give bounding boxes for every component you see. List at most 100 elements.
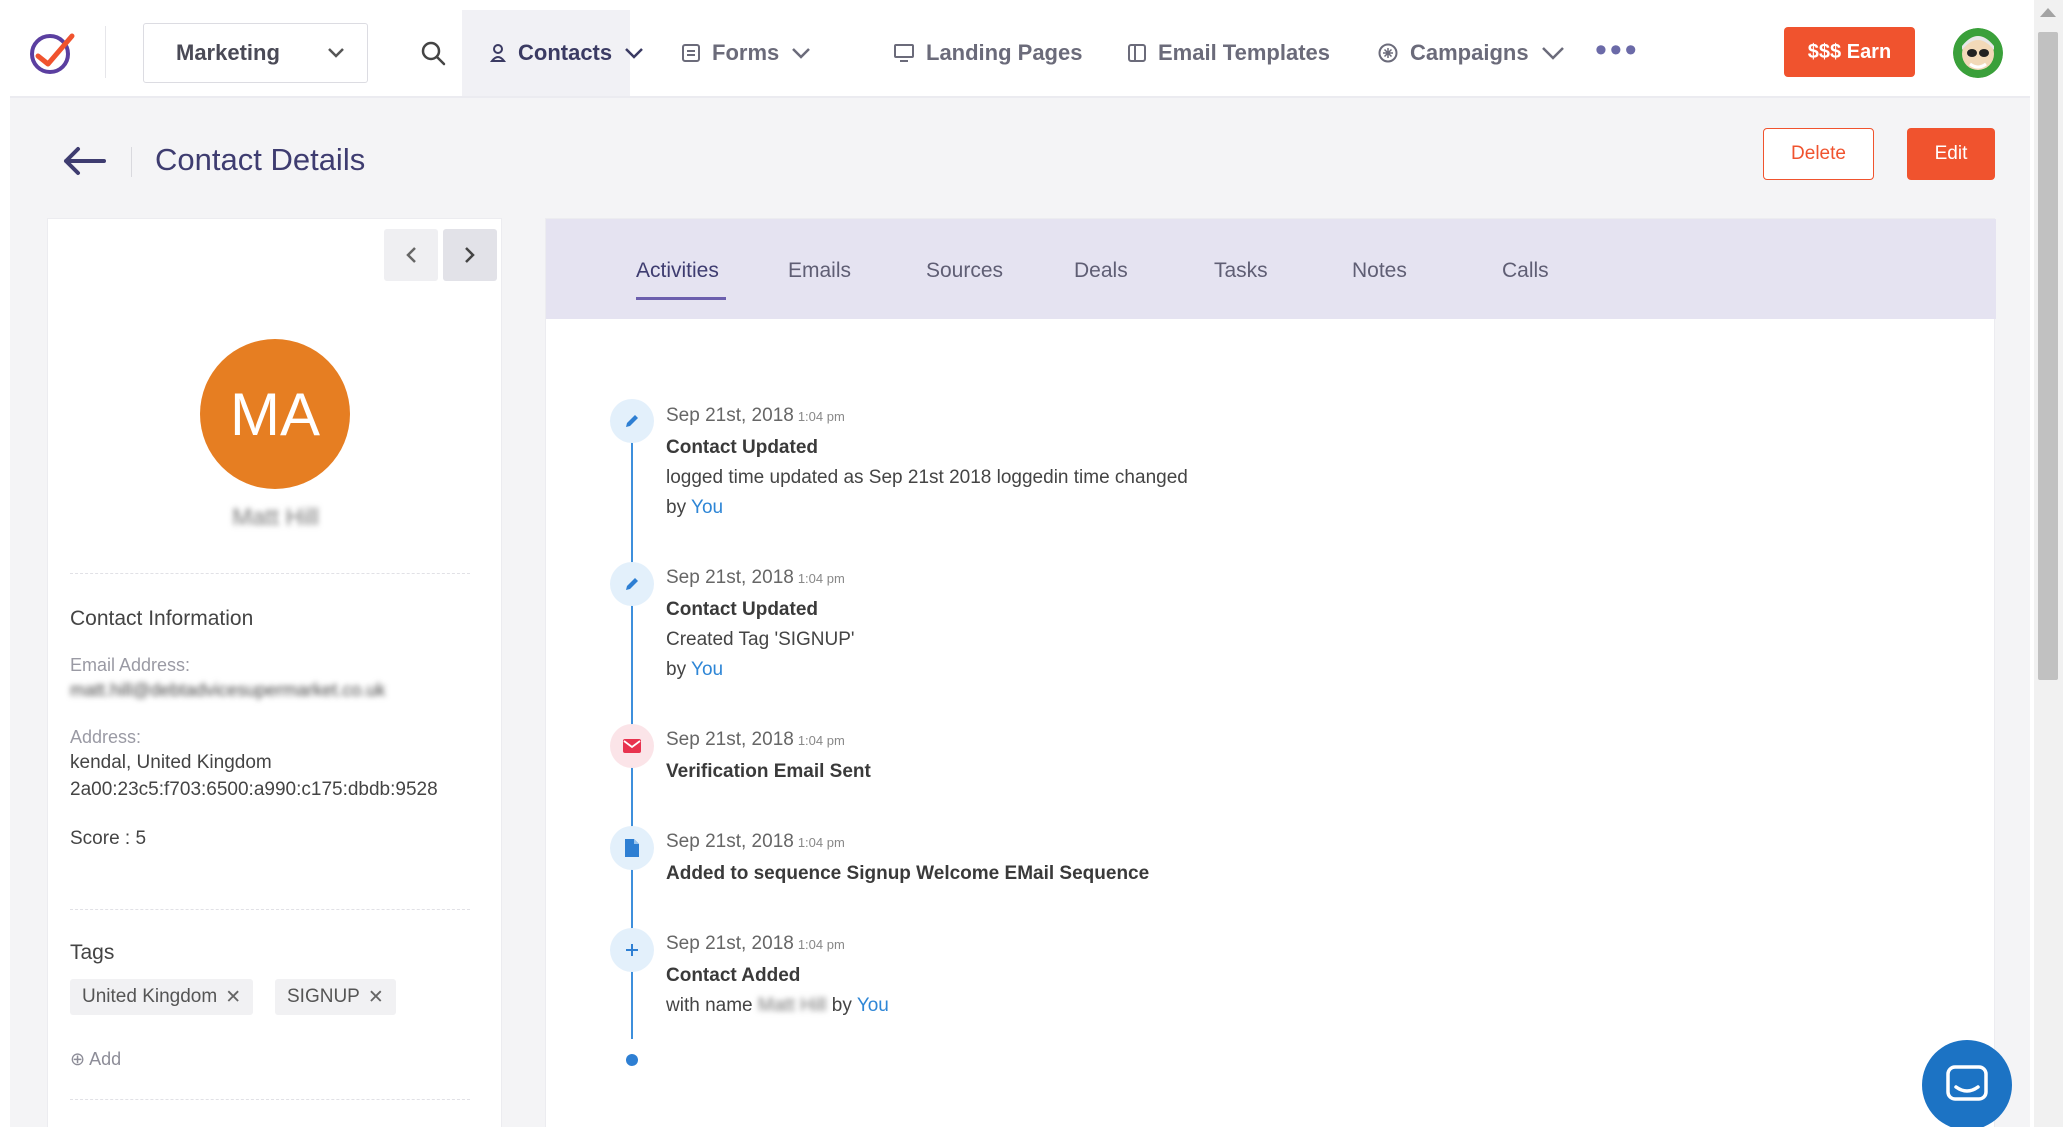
activity-author: by You — [666, 659, 723, 681]
user-icon — [490, 44, 506, 62]
activity-description: with name Matt Hill by You — [666, 995, 889, 1017]
tab-deals[interactable]: Deals — [1074, 259, 1128, 283]
document-icon — [625, 839, 639, 857]
activity-date-text: Sep 21st, 2018 — [666, 933, 794, 954]
contact-info-title: Contact Information — [70, 607, 254, 630]
activity-panel: Activities Emails Sources Deals Tasks No… — [545, 218, 1996, 1127]
tab-notes[interactable]: Notes — [1352, 259, 1407, 283]
activity-date-text: Sep 21st, 2018 — [666, 729, 794, 750]
tag-label: United Kingdom — [82, 986, 218, 1007]
activity-title: Contact Updated — [666, 437, 818, 458]
email-label: Email Address: — [70, 655, 191, 675]
nav-forms-label: Forms — [712, 40, 780, 65]
activity-description: Created Tag 'SIGNUP' — [666, 629, 855, 650]
tag-label: SIGNUP — [287, 986, 360, 1007]
tab-activities[interactable]: Activities — [636, 259, 719, 283]
activity-user-link[interactable]: You — [857, 995, 889, 1016]
activity-user-link[interactable]: You — [691, 659, 723, 680]
user-avatar[interactable] — [1953, 28, 2003, 78]
chevron-down-icon — [1541, 47, 1564, 60]
activity-title: Contact Updated — [666, 599, 818, 620]
nav-contacts[interactable]: Contacts — [462, 10, 644, 96]
nav-forms[interactable]: Forms — [682, 10, 811, 96]
active-tab-indicator — [636, 297, 726, 300]
activity-date-text: Sep 21st, 2018 — [666, 831, 794, 852]
campaign-icon — [1378, 43, 1398, 63]
nav-campaigns[interactable]: Campaigns — [1378, 10, 1565, 96]
add-circle-icon: ⊕ — [70, 1049, 86, 1069]
next-contact-button[interactable] — [443, 229, 497, 281]
nav-campaigns-label: Campaigns — [1410, 40, 1529, 65]
chevron-right-icon — [465, 247, 475, 263]
nav-contacts-label: Contacts — [518, 40, 613, 65]
activity-description: logged time updated as Sep 21st 2018 log… — [666, 467, 1188, 488]
contact-avatar: MA — [200, 339, 350, 489]
nav-landing-pages-label: Landing Pages — [926, 40, 1083, 65]
tags-title: Tags — [70, 941, 115, 964]
address-line-1: kendal, United Kingdom — [70, 752, 272, 773]
nav-email-templates-label: Email Templates — [1158, 40, 1330, 65]
activity-date-text: Sep 21st, 2018 — [666, 567, 794, 588]
activity-by: by — [666, 497, 687, 518]
scroll-up-arrow-icon[interactable] — [2040, 8, 2056, 17]
activity-user-link[interactable]: You — [691, 497, 723, 518]
pencil-icon — [626, 415, 638, 427]
activity-time: 1:04 pm — [797, 733, 845, 748]
edit-button[interactable]: Edit — [1907, 128, 1995, 180]
template-icon — [1128, 44, 1146, 62]
activity-title: Contact Added — [666, 965, 801, 986]
search-icon — [421, 41, 446, 66]
nav-divider — [105, 26, 106, 78]
nav-email-templates[interactable]: Email Templates — [1128, 10, 1330, 96]
add-tag-button[interactable]: ⊕ Add — [70, 1049, 121, 1070]
workspace-dropdown[interactable]: Marketing — [143, 23, 368, 83]
activity-by: by — [666, 659, 687, 680]
tab-calls[interactable]: Calls — [1502, 259, 1549, 283]
tab-bar: Activities Emails Sources Deals Tasks No… — [546, 219, 1996, 319]
activity-time: 1:04 pm — [797, 571, 845, 586]
remove-tag-icon[interactable]: ✕ — [225, 986, 241, 1009]
activity-date: Sep 21st, 2018 1:04 pm — [666, 729, 845, 751]
chevron-left-icon — [406, 247, 416, 263]
app-window: Marketing Contacts Forms Landing Pages E… — [10, 0, 2030, 1127]
activity-time: 1:04 pm — [797, 937, 845, 952]
earn-button[interactable]: $$$ Earn — [1784, 27, 1915, 77]
tag-chip: United Kingdom ✕ — [70, 979, 254, 1015]
tag-chip: SIGNUP ✕ — [275, 979, 396, 1015]
pencil-icon — [626, 578, 638, 590]
envelope-icon — [623, 739, 641, 753]
activity-author: by You — [666, 497, 723, 519]
address-label: Address: — [70, 727, 142, 747]
activity-title: Added to sequence Signup Welcome EMail S… — [666, 863, 1150, 884]
activity-date-text: Sep 21st, 2018 — [666, 405, 794, 426]
tab-sources[interactable]: Sources — [926, 259, 1003, 283]
workspace-label: Marketing — [176, 40, 280, 65]
back-arrow-icon[interactable] — [62, 146, 106, 176]
activity-time: 1:04 pm — [797, 835, 845, 850]
previous-contact-button[interactable] — [384, 229, 438, 281]
section-divider — [70, 573, 470, 574]
activity-date: Sep 21st, 2018 1:04 pm — [666, 405, 845, 427]
chat-widget-button[interactable] — [1922, 1040, 2012, 1127]
remove-tag-icon[interactable]: ✕ — [368, 986, 384, 1009]
tab-tasks[interactable]: Tasks — [1214, 259, 1268, 283]
search-button[interactable] — [416, 36, 450, 70]
activity-contact-name: Matt Hill — [757, 995, 827, 1016]
plus-icon — [626, 944, 638, 956]
address-line-2: 2a00:23c5:f703:6500:a990:c175:dbdb:9528 — [70, 779, 438, 800]
contact-card: MA Matt Hill Contact Information Email A… — [47, 218, 502, 1127]
nav-landing-pages[interactable]: Landing Pages — [894, 10, 1082, 96]
chevron-down-icon — [328, 48, 344, 58]
activity-icon — [610, 562, 654, 606]
top-navigation: Marketing Contacts Forms Landing Pages E… — [10, 0, 2030, 98]
delete-button[interactable]: Delete — [1763, 128, 1874, 180]
activity-title: Verification Email Sent — [666, 761, 871, 782]
activity-date: Sep 21st, 2018 1:04 pm — [666, 933, 845, 955]
app-logo[interactable] — [28, 28, 76, 76]
tab-emails[interactable]: Emails — [788, 259, 851, 283]
activity-date: Sep 21st, 2018 1:04 pm — [666, 567, 845, 589]
more-menu-button[interactable]: ••• — [1595, 33, 1640, 67]
scrollbar-thumb[interactable] — [2038, 32, 2058, 680]
header-divider — [131, 147, 132, 177]
activity-icon — [610, 826, 654, 870]
